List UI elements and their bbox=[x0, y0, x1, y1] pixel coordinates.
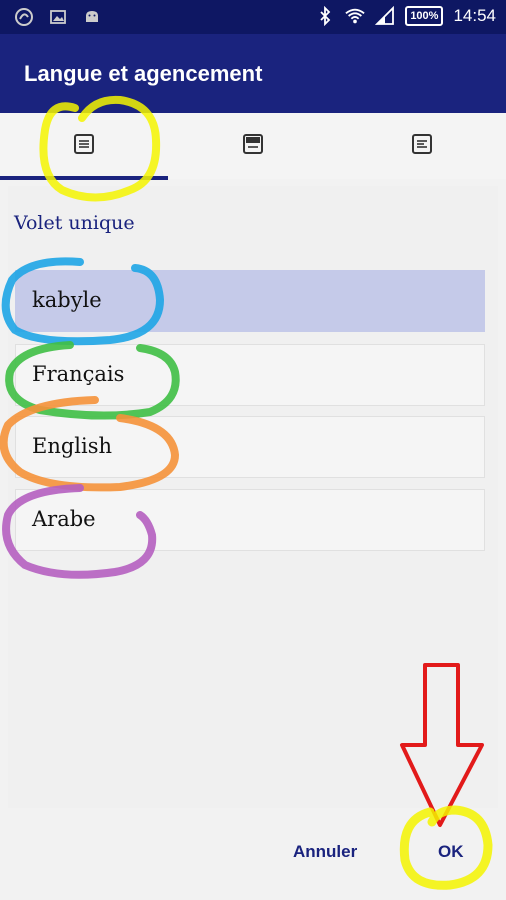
image-icon bbox=[48, 7, 68, 27]
language-item-english[interactable]: English bbox=[15, 416, 485, 478]
text-pane-icon bbox=[410, 132, 434, 161]
tab-single-pane[interactable] bbox=[0, 113, 168, 179]
tab-text-pane[interactable] bbox=[338, 113, 506, 179]
language-item-francais[interactable]: Français bbox=[15, 344, 485, 406]
clock: 14:54 bbox=[453, 6, 496, 25]
section-title: Volet unique bbox=[14, 212, 135, 234]
app-logo-icon bbox=[14, 7, 34, 27]
signal-icon bbox=[375, 6, 395, 26]
cancel-button[interactable]: Annuler bbox=[287, 841, 363, 863]
ok-button[interactable]: OK bbox=[432, 841, 470, 863]
language-item-kabyle[interactable]: kabyle bbox=[15, 270, 485, 332]
language-label: English bbox=[32, 434, 113, 458]
dialog-footer: Annuler OK bbox=[0, 810, 506, 900]
layout-tabs bbox=[0, 113, 506, 179]
split-pane-icon bbox=[241, 132, 265, 161]
selected-tab-indicator bbox=[0, 176, 168, 180]
language-label: Français bbox=[32, 362, 125, 386]
wifi-icon bbox=[345, 6, 365, 26]
battery-indicator: 100% bbox=[405, 6, 444, 26]
language-label: kabyle bbox=[32, 288, 102, 312]
language-item-arabe[interactable]: Arabe bbox=[15, 489, 485, 551]
page-title: Langue et agencement bbox=[24, 61, 263, 86]
android-icon bbox=[82, 7, 102, 27]
language-label: Arabe bbox=[32, 507, 96, 531]
status-bar: 100% 14:54 bbox=[0, 0, 506, 34]
tab-split-pane[interactable] bbox=[169, 113, 337, 179]
single-pane-icon bbox=[72, 132, 96, 161]
app-bar: Langue et agencement bbox=[0, 34, 506, 113]
bluetooth-icon bbox=[315, 6, 335, 26]
